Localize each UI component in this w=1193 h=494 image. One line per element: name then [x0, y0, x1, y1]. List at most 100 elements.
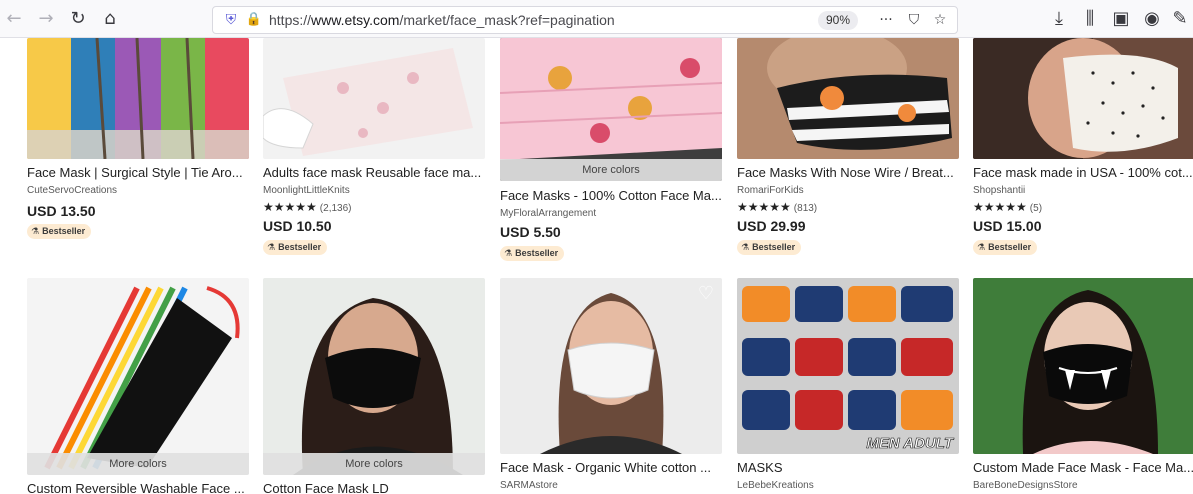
product-price: USD 13.50: [27, 203, 96, 219]
art-swatch-2b: [901, 338, 953, 376]
bestseller-badge: ⚗ Bestseller: [973, 240, 1038, 255]
forward-icon[interactable]: →: [34, 7, 58, 31]
product-title[interactable]: Adults face mask Reusable face ma...: [263, 165, 485, 180]
more-colors-label[interactable]: More colors: [263, 453, 485, 475]
library-icon[interactable]: ⫼: [1078, 7, 1102, 31]
sidebar-icon[interactable]: ▣: [1109, 7, 1133, 31]
back-icon[interactable]: ←: [2, 7, 26, 31]
url-text[interactable]: https://www.etsy.com/market/face_mask?re…: [269, 12, 615, 28]
shop-name[interactable]: SARMAstore: [500, 480, 558, 491]
product-title[interactable]: Custom Made Face Mask - Face Ma...: [973, 460, 1193, 475]
shop-name[interactable]: MyFloralArrangement: [500, 208, 596, 219]
product-image[interactable]: [973, 278, 1193, 454]
product-title[interactable]: Face mask made in USA - 100% cot...: [973, 165, 1193, 180]
product-price: USD 29.99: [737, 218, 806, 234]
art-swatch-0c: [901, 390, 953, 430]
product-image-art: [27, 278, 249, 475]
product-image[interactable]: [263, 38, 485, 159]
product-image[interactable]: [27, 38, 249, 159]
art-swatch-0: [567, 342, 655, 399]
product-title[interactable]: Face Masks With Nose Wire / Breat...: [737, 165, 959, 180]
product-image-art: [973, 278, 1193, 454]
product-title[interactable]: Face Mask - Organic White cotton ...: [500, 460, 722, 475]
product-image[interactable]: More colors: [500, 38, 722, 181]
product-image[interactable]: ♡: [500, 278, 722, 454]
art-swatch-1d: [358, 128, 368, 138]
shop-name[interactable]: LeBebeKreations: [737, 480, 814, 491]
product-price: USD 5.50: [500, 224, 561, 240]
art-swatch-0b: [848, 286, 896, 322]
product-image[interactable]: MEN ADULT: [737, 278, 959, 454]
bestseller-badge: ⚗ Bestseller: [737, 240, 802, 255]
art-swatch-1: [548, 66, 572, 90]
browser-toolbar: ← → ↻ ⌂ ⛨ 🔒 https://www.etsy.com/market/…: [0, 0, 1193, 38]
art-swatch-2c: [795, 390, 843, 430]
zoom-level-badge[interactable]: 90%: [818, 11, 859, 30]
image-overlay-text: MEN ADULT: [866, 435, 954, 452]
product-rating: ★★★★★ (2,136): [263, 200, 351, 214]
product-image[interactable]: More colors: [263, 278, 485, 475]
bestseller-icon: ⚗: [977, 243, 986, 253]
product-rating: ★★★★★ (5): [973, 200, 1042, 214]
art-swatch-0: [500, 38, 722, 160]
lock-icon[interactable]: 🔒: [245, 10, 263, 30]
review-count: (5): [1029, 203, 1043, 214]
pocket-icon[interactable]: ⛉: [903, 10, 925, 30]
review-count: (2,136): [319, 203, 352, 214]
product-rating: ★★★★★ (813): [737, 200, 817, 214]
more-colors-label[interactable]: More colors: [27, 453, 249, 475]
more-colors-label[interactable]: More colors: [500, 159, 722, 181]
product-title[interactable]: Face Mask | Surgical Style | Tie Aro...: [27, 165, 249, 180]
product-image[interactable]: [737, 38, 959, 159]
product-image-art: [263, 278, 485, 475]
product-image-art: [737, 38, 959, 159]
product-image[interactable]: [973, 38, 1193, 159]
product-title[interactable]: Custom Reversible Washable Face ...: [27, 481, 249, 494]
bestseller-icon: ⚗: [31, 227, 40, 237]
art-swatch-0: [742, 286, 790, 322]
art-swatch-0: [1063, 54, 1178, 152]
shop-name[interactable]: Shopshantii: [973, 185, 1025, 196]
rating-stars: ★★★★★: [737, 200, 791, 214]
product-grid: Face Mask | Surgical Style | Tie Aro... …: [0, 38, 1193, 494]
product-title[interactable]: Cotton Face Mask LD: [263, 481, 485, 494]
bestseller-icon: ⚗: [741, 243, 750, 253]
product-image-art: MEN ADULT: [737, 278, 959, 454]
reload-icon[interactable]: ↻: [66, 7, 90, 31]
art-swatch-1c: [742, 338, 790, 376]
rating-stars: ★★★★★: [973, 200, 1027, 214]
art-swatch-1b: [898, 104, 916, 122]
home-icon[interactable]: ⌂: [98, 7, 122, 31]
shop-name[interactable]: BareBoneDesignsStore: [973, 480, 1078, 491]
product-title[interactable]: Face Masks - 100% Cotton Face Ma...: [500, 188, 722, 203]
shop-name[interactable]: RomariForKids: [737, 185, 804, 196]
tracking-protection-icon[interactable]: ⛨: [221, 10, 241, 30]
product-image-art: [27, 38, 249, 159]
product-title[interactable]: MASKS: [737, 460, 959, 475]
shop-name[interactable]: CuteServoCreations: [27, 185, 117, 196]
product-image-art: [263, 38, 485, 159]
page-actions-icon[interactable]: ···: [875, 10, 897, 30]
bestseller-icon: ⚗: [267, 243, 276, 253]
review-count: (813): [793, 203, 818, 214]
art-swatch-1b: [377, 102, 389, 114]
url-bar[interactable]: ⛨ 🔒 https://www.etsy.com/market/face_mas…: [212, 6, 958, 34]
account-icon[interactable]: ◉: [1140, 7, 1164, 31]
art-swatch-2: [680, 58, 700, 78]
downloads-icon[interactable]: ⤓: [1047, 7, 1071, 31]
extension-icon[interactable]: ✎: [1168, 7, 1192, 31]
bestseller-badge: ⚗ Bestseller: [500, 246, 565, 261]
product-image-art: [500, 278, 722, 454]
art-swatch-1: [337, 82, 349, 94]
art-swatch-2: [795, 338, 843, 376]
shop-name[interactable]: MoonlightLittleKnits: [263, 185, 350, 196]
art-swatch-0: [325, 348, 421, 408]
product-price: USD 10.50: [263, 218, 332, 234]
bookmark-star-icon[interactable]: ☆: [929, 10, 951, 30]
bestseller-icon: ⚗: [504, 249, 513, 259]
art-swatch-1c: [407, 72, 419, 84]
product-price: USD 15.00: [973, 218, 1042, 234]
art-swatch-1e: [742, 390, 790, 430]
product-image[interactable]: More colors: [27, 278, 249, 475]
favorite-heart-icon[interactable]: ♡: [696, 284, 716, 304]
